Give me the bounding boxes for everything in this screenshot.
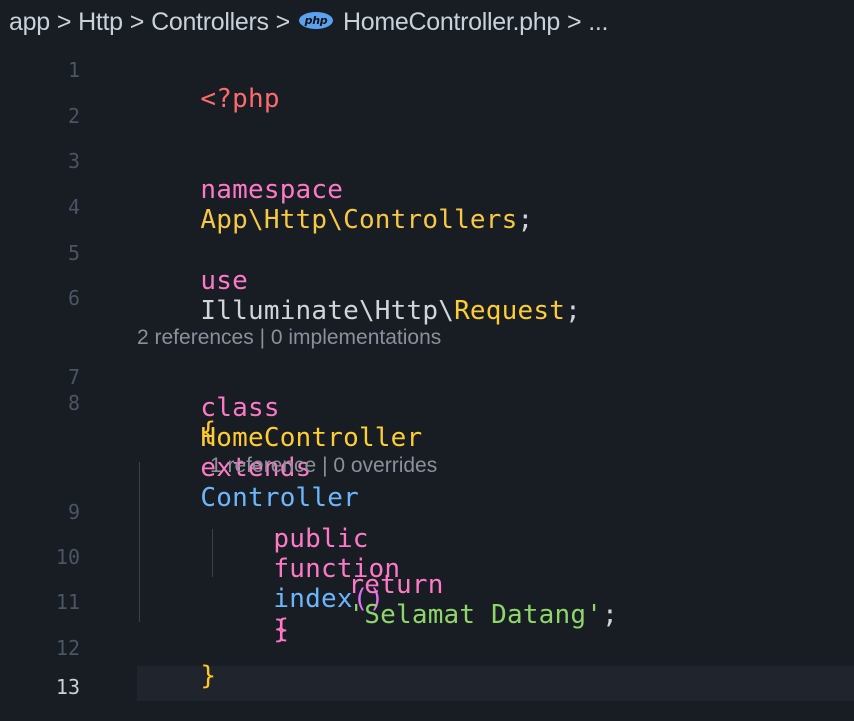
chevron-right-icon: > [566, 7, 582, 36]
php-open-tag: <?php [200, 84, 280, 114]
chevron-right-icon: > [275, 7, 291, 36]
class-name: HomeController [200, 423, 423, 453]
line-number: 5 [67, 241, 80, 265]
code-line-8: { [137, 387, 216, 477]
string-literal: 'Selamat Datang' [348, 600, 603, 630]
line-number: 6 [67, 286, 80, 310]
line-number: 7 [67, 365, 80, 389]
codelens-method[interactable]: 1 reference | 0 overrides [210, 454, 437, 478]
breadcrumb-item-symbol[interactable]: ... [588, 8, 608, 37]
semicolon: ; [517, 205, 534, 235]
close-brace: } [273, 615, 290, 645]
line-number: 3 [67, 149, 80, 173]
code-line-11: } [210, 585, 289, 675]
php-file-icon: php [298, 11, 333, 29]
code-line-12: } [137, 631, 216, 721]
code-line-10: return 'Selamat Datang'; [285, 540, 618, 660]
breadcrumb: app > Http > Controllers > php HomeContr… [0, 0, 854, 44]
line-number: 8 [67, 391, 80, 415]
line-number: 11 [55, 590, 80, 614]
chevron-right-icon: > [129, 7, 145, 36]
keyword-return: return [348, 570, 444, 600]
line-number: 10 [55, 545, 80, 569]
semicolon: ; [565, 296, 581, 326]
breadcrumb-item-file[interactable]: HomeController.php [343, 8, 560, 37]
keyword-use: use [200, 266, 248, 296]
open-brace: { [200, 417, 217, 447]
chevron-right-icon: > [56, 7, 72, 36]
line-number: 1 [67, 58, 80, 82]
line-number: 9 [67, 500, 80, 524]
line-number: 12 [55, 636, 80, 660]
line-number-active: 13 [55, 675, 80, 699]
namespace-path: App\Http\Controllers [200, 205, 518, 235]
codelens-class[interactable]: 2 references | 0 implementations [137, 326, 441, 350]
close-brace: } [200, 661, 217, 691]
keyword-namespace: namespace [200, 175, 344, 205]
breadcrumb-item-controllers[interactable]: Controllers [151, 8, 269, 37]
semicolon: ; [602, 600, 618, 630]
breadcrumb-item-http[interactable]: Http [78, 8, 123, 37]
code-editor[interactable]: 1 2 3 4 5 6 7 8 9 10 11 12 13 <?php name… [0, 44, 854, 701]
breadcrumb-item-app[interactable]: app [9, 8, 50, 37]
line-number: 4 [67, 195, 80, 219]
use-namespace: Illuminate\Http\ [200, 296, 455, 326]
use-class: Request [454, 296, 566, 326]
line-number: 2 [67, 104, 80, 128]
code-line-1: <?php [137, 54, 280, 144]
